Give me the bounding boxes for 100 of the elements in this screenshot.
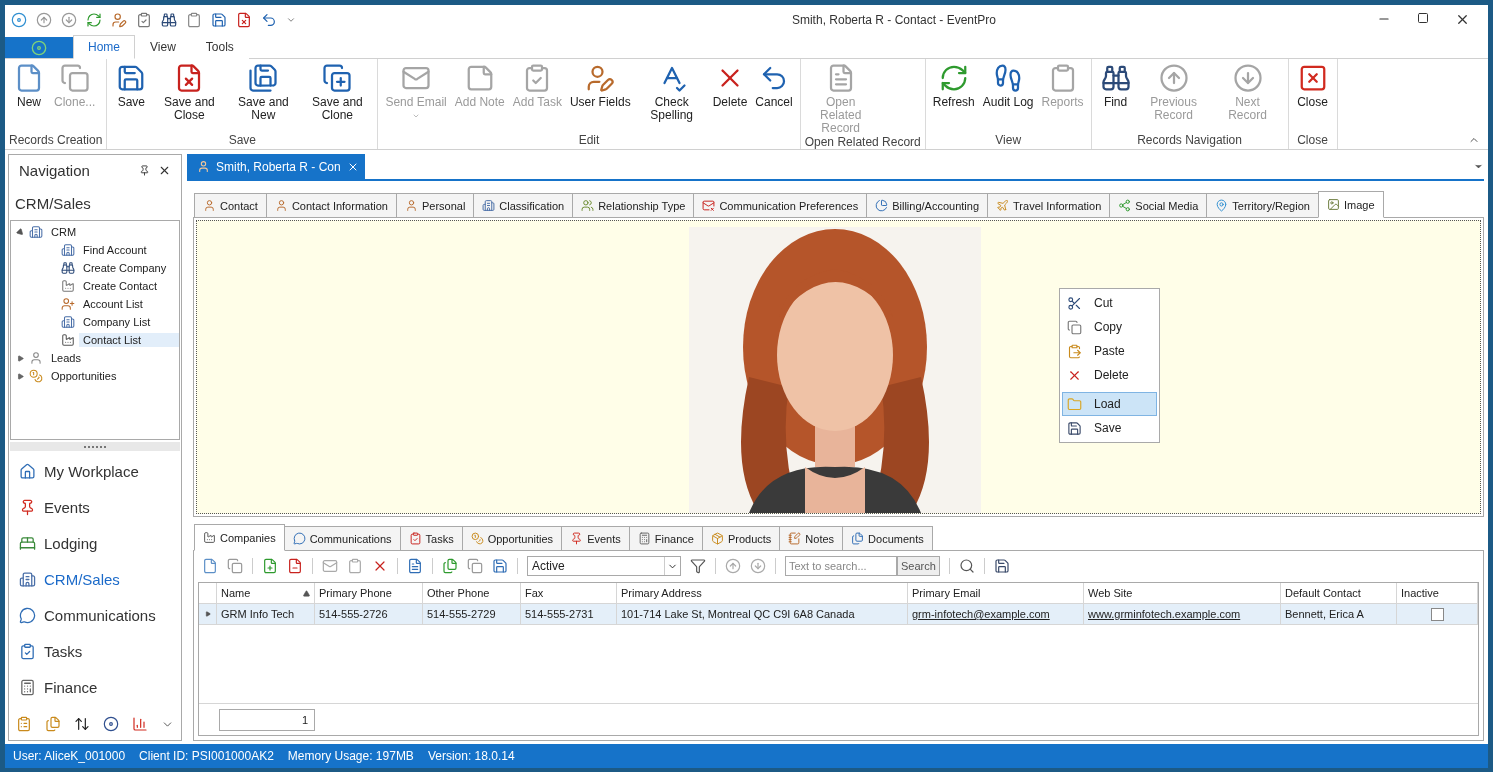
expand-arrow-icon[interactable] — [17, 354, 24, 362]
table-row[interactable]: GRM Info Tech 514-555-2726 514-555-2729 514-555-2731 101-714 Lake St, Montreal QC C9I 6A8 Canada grm-infotech@example.com www.grminfotech.example.com Bennett, Erica A — [199, 604, 1478, 625]
ribbon-button[interactable]: Check Spelling — [635, 63, 708, 133]
tab[interactable]: Classification — [473, 193, 574, 218]
tab[interactable]: Territory/Region — [1206, 193, 1319, 218]
table-cell[interactable]: grm-infotech@example.com — [908, 604, 1084, 624]
remove-icon — [287, 558, 303, 574]
tree-item[interactable]: Opportunities — [47, 369, 121, 383]
pie-chart-icon — [875, 199, 889, 212]
tab[interactable]: Social Media — [1109, 193, 1208, 218]
tree-item[interactable]: Company List — [79, 315, 155, 329]
tab[interactable]: Contact — [194, 193, 267, 218]
ribbon-tab[interactable]: Home — [73, 35, 135, 59]
maximize-icon[interactable] — [1417, 12, 1429, 24]
ribbon-button[interactable]: Save and Close — [153, 63, 226, 133]
ribbon-button[interactable]: Delete — [709, 63, 751, 133]
ribbon-button[interactable]: New — [9, 63, 49, 133]
status-filter-dropdown[interactable]: Active — [527, 556, 681, 576]
building-icon — [61, 243, 75, 257]
menu-item[interactable]: Copy — [1062, 315, 1157, 339]
tree-item[interactable]: Leads — [47, 351, 85, 365]
ribbon-button[interactable]: Save — [111, 63, 152, 133]
column-header[interactable]: Name — [217, 583, 315, 603]
tab[interactable]: Documents — [842, 526, 933, 551]
group-title: Records Navigation — [1136, 133, 1243, 147]
pin-icon — [570, 532, 584, 545]
module-item[interactable]: Communications — [9, 597, 181, 633]
tab[interactable]: Image — [1317, 191, 1384, 218]
table-cell[interactable]: www.grminfotech.example.com — [1084, 604, 1281, 624]
tab[interactable]: Notes — [779, 526, 844, 551]
column-header[interactable]: Other Phone — [423, 583, 521, 603]
tab[interactable]: Billing/Accounting — [866, 193, 989, 218]
module-item[interactable]: CRM/Sales — [9, 561, 181, 597]
bed-icon — [19, 534, 36, 552]
column-header[interactable]: Primary Email — [908, 583, 1084, 603]
paste-icon — [1067, 343, 1082, 359]
tree-item[interactable]: Contact List — [79, 333, 179, 347]
tab[interactable]: Travel Information — [987, 193, 1111, 218]
factory-icon — [61, 279, 75, 293]
tab[interactable]: Products — [701, 526, 781, 551]
column-header[interactable]: Fax — [521, 583, 617, 603]
section-title: CRM/Sales — [14, 194, 92, 214]
tab[interactable]: Personal — [395, 193, 475, 218]
column-header[interactable]: Primary Phone — [315, 583, 423, 603]
tab[interactable]: Events — [561, 526, 630, 551]
column-header[interactable]: Inactive — [1397, 583, 1478, 603]
module-item[interactable]: My Workplace — [9, 453, 181, 489]
collapse-arrow-icon[interactable] — [15, 227, 26, 237]
search-button[interactable]: Search — [897, 556, 940, 576]
tree-item[interactable]: Find Account — [79, 243, 151, 257]
tab[interactable]: Contact Information — [265, 193, 397, 218]
tab[interactable]: Relationship Type — [572, 193, 695, 218]
tree-item[interactable]: Create Company — [79, 261, 171, 275]
image-icon — [1326, 198, 1340, 211]
tab[interactable]: Opportunities — [461, 526, 563, 551]
ribbon-button[interactable]: Refresh — [929, 63, 978, 133]
pin-icon[interactable] — [139, 165, 150, 176]
splitter-grip[interactable] — [10, 442, 180, 451]
document-tab[interactable]: Smith, Roberta R - Con — [187, 154, 365, 179]
menu-item[interactable]: Delete — [1062, 363, 1157, 387]
user-pencil-icon — [111, 11, 127, 28]
menu-item[interactable]: Paste — [1062, 339, 1157, 363]
tree-item[interactable]: CRM — [47, 225, 81, 239]
ribbon-button[interactable]: Cancel — [752, 63, 796, 133]
arrow-down-icon — [1232, 63, 1263, 93]
building-icon — [482, 199, 496, 212]
search-icon — [958, 558, 975, 574]
table-cell: 514-555-2731 — [521, 604, 617, 624]
expand-arrow-icon[interactable] — [17, 372, 24, 380]
ribbon-button[interactable]: Audit Log — [979, 63, 1037, 133]
column-header[interactable]: Web Site — [1084, 583, 1281, 603]
search-field[interactable]: Text to search... — [785, 556, 897, 576]
column-header[interactable]: Default Contact — [1281, 583, 1397, 603]
module-item[interactable]: Finance — [9, 669, 181, 705]
clipboard-check-icon — [19, 642, 36, 660]
arrow-down-icon — [61, 11, 77, 28]
close-icon[interactable] — [158, 164, 171, 177]
ribbon-button[interactable]: Save and New — [227, 63, 300, 133]
menu-item[interactable]: Load — [1062, 392, 1157, 416]
module-item[interactable]: Events — [9, 489, 181, 525]
menu-item[interactable]: Save — [1062, 416, 1157, 440]
close-icon[interactable] — [1455, 12, 1470, 27]
row-indicator-icon — [204, 611, 211, 617]
module-item[interactable]: Tasks — [9, 633, 181, 669]
tab[interactable]: Communication Preferences — [693, 193, 868, 218]
tree-item[interactable]: Account List — [79, 297, 147, 311]
tree-item[interactable]: Create Contact — [79, 279, 161, 293]
column-header[interactable]: Primary Address — [617, 583, 908, 603]
clipboard-icon — [15, 716, 32, 732]
ribbon-button[interactable]: User Fields — [566, 63, 634, 133]
tab[interactable]: Finance — [628, 526, 703, 551]
ribbon-button[interactable]: Save and Clone — [301, 63, 374, 133]
ribbon-button[interactable]: Close — [1292, 63, 1333, 133]
module-item[interactable]: Lodging — [9, 525, 181, 561]
menu-item[interactable]: Cut — [1062, 291, 1157, 315]
checkbox[interactable] — [1430, 607, 1444, 621]
tab[interactable]: Communications — [283, 526, 401, 551]
tab[interactable]: Companies — [194, 524, 285, 551]
tab[interactable]: Tasks — [399, 526, 463, 551]
ribbon-button[interactable]: Find — [1095, 63, 1136, 133]
